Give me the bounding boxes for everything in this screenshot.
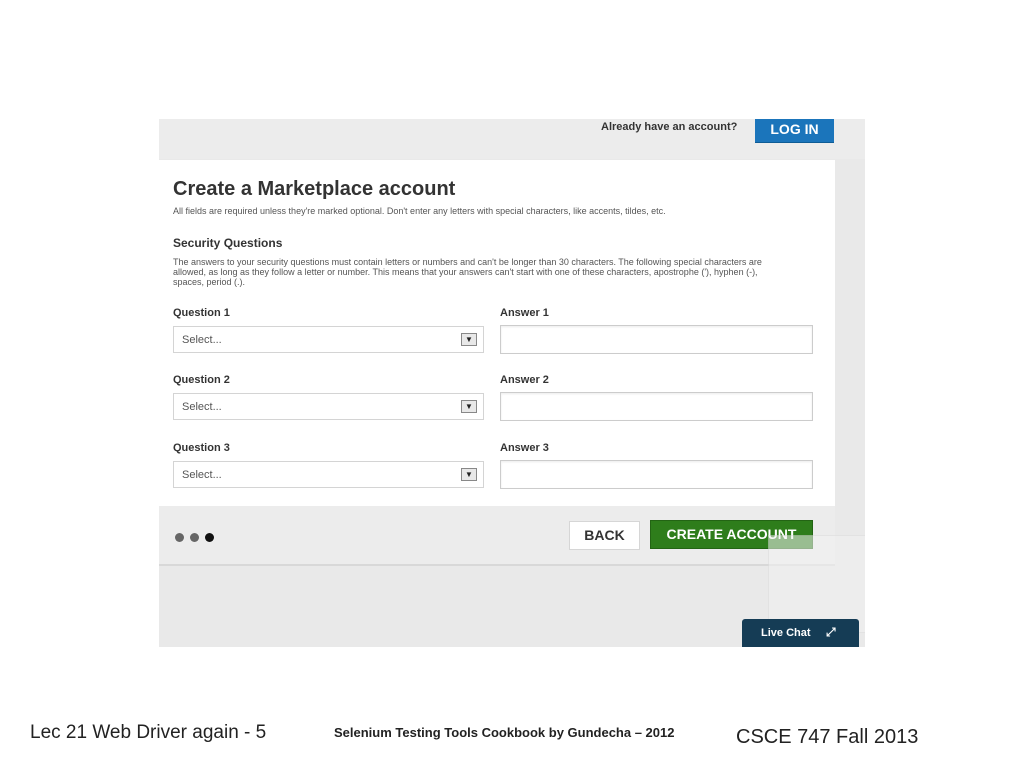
form-subtitle: All fields are required unless they're m… <box>173 206 666 216</box>
section-title: Security Questions <box>173 236 283 250</box>
step-dot-1 <box>175 533 184 542</box>
question-2-select[interactable]: Select... ▼ <box>173 393 484 420</box>
dropdown-arrow-icon[interactable]: ▼ <box>461 468 477 481</box>
page-title: Create a Marketplace account <box>173 178 456 200</box>
login-button[interactable]: LOG IN <box>755 119 834 143</box>
answer-1-input[interactable] <box>500 325 813 354</box>
slide-footer-left: Lec 21 Web Driver again - 5 <box>30 722 267 743</box>
back-button[interactable]: BACK <box>569 521 640 550</box>
browser-screenshot: Already have an account? LOG IN Create a… <box>159 119 865 647</box>
top-bar: Already have an account? LOG IN <box>159 119 865 159</box>
step-dot-2 <box>190 533 199 542</box>
form-card: Create a Marketplace account All fields … <box>159 160 835 506</box>
form-footer: BACK CREATE ACCOUNT <box>159 506 835 566</box>
question-1-select[interactable]: Select... ▼ <box>173 326 484 353</box>
question-3-select[interactable]: Select... ▼ <box>173 461 484 488</box>
question-3-label: Question 3 <box>173 442 230 454</box>
answer-2-input[interactable] <box>500 392 813 421</box>
live-chat-label: Live Chat <box>761 627 811 639</box>
section-description: The answers to your security questions m… <box>173 257 762 287</box>
expand-icon[interactable]: ⤢ <box>826 625 836 640</box>
dropdown-arrow-icon[interactable]: ▼ <box>461 400 477 413</box>
question-2-label: Question 2 <box>173 374 230 386</box>
step-dot-3-active <box>205 533 214 542</box>
question-3-select-value: Select... <box>182 469 222 481</box>
already-have-account-text: Already have an account? <box>601 121 738 133</box>
slide-footer-right: CSCE 747 Fall 2013 <box>736 726 919 748</box>
question-1-label: Question 1 <box>173 307 230 319</box>
question-2-select-value: Select... <box>182 401 222 413</box>
answer-1-label: Answer 1 <box>500 307 549 319</box>
answer-3-input[interactable] <box>500 460 813 489</box>
answer-3-label: Answer 3 <box>500 442 549 454</box>
slide-footer-center: Selenium Testing Tools Cookbook by Gunde… <box>334 725 675 740</box>
question-1-select-value: Select... <box>182 334 222 346</box>
dropdown-arrow-icon[interactable]: ▼ <box>461 333 477 346</box>
answer-2-label: Answer 2 <box>500 374 549 386</box>
live-chat-button[interactable]: Live Chat ⤢ <box>742 619 859 647</box>
